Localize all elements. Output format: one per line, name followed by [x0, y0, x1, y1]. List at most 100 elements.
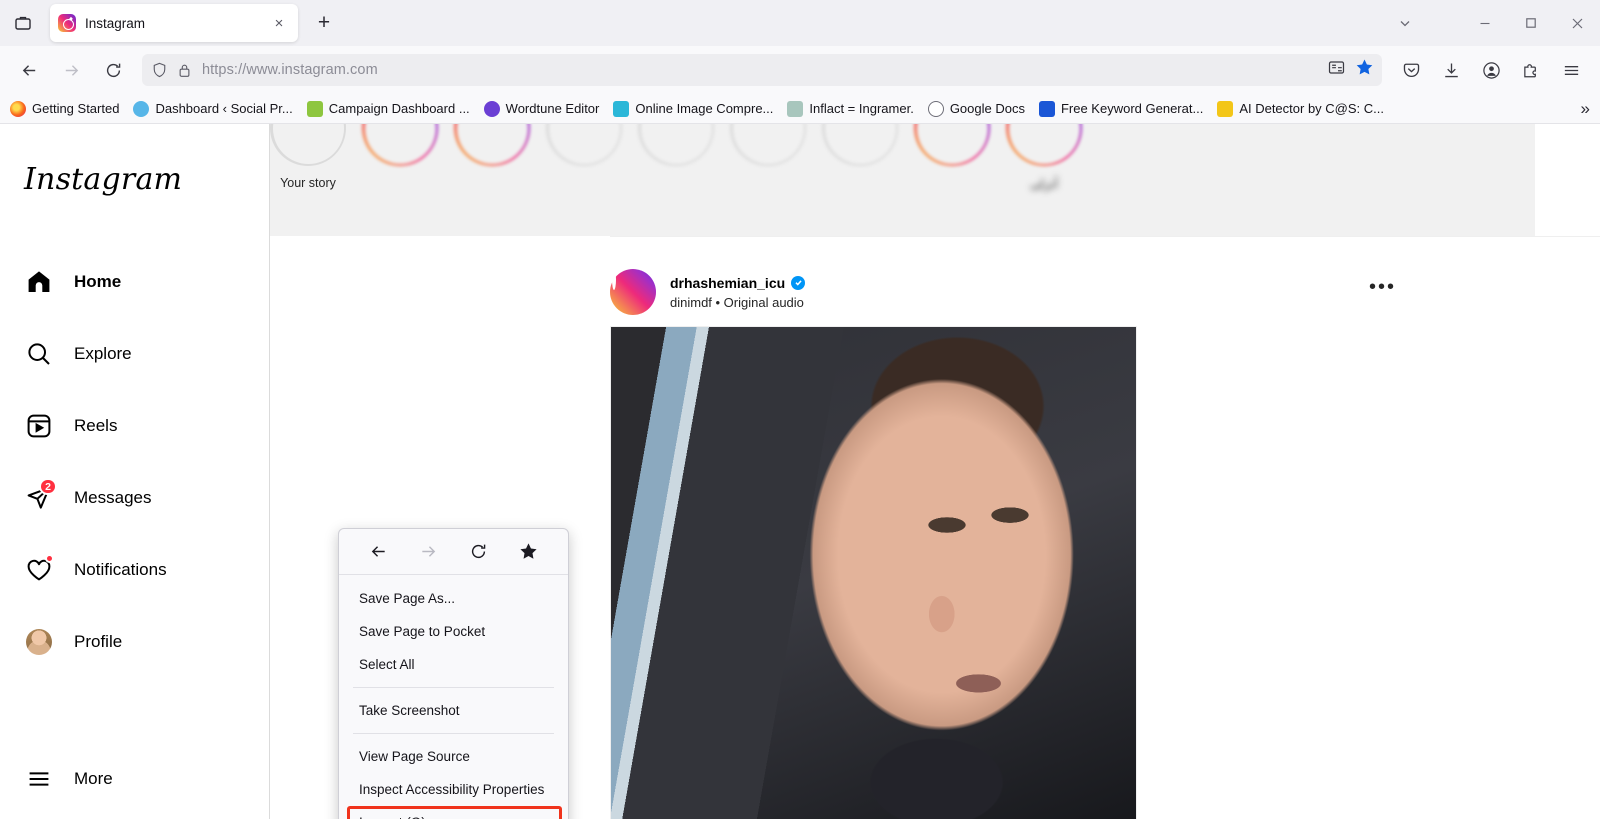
site-icon	[1217, 100, 1234, 117]
story-item[interactable]	[538, 124, 630, 176]
back-arrow-icon[interactable]	[361, 537, 395, 567]
story-item[interactable]	[354, 124, 446, 176]
bookmark-item[interactable]: Inflact = Ingramer.	[787, 100, 914, 117]
story-item[interactable]	[446, 124, 538, 176]
sidebar-item-more[interactable]: More	[22, 747, 113, 811]
story-ring	[454, 124, 530, 166]
navigation-toolbar: https://www.instagram.com	[0, 46, 1600, 94]
post-avatar-ring[interactable]	[610, 269, 656, 315]
feed-divider	[610, 236, 1600, 237]
story-item[interactable]	[630, 124, 722, 176]
reader-view-icon[interactable]	[1328, 59, 1345, 81]
menu-item-inspect[interactable]: Inspect (Q)	[339, 806, 568, 819]
bookmark-label: Campaign Dashboard ...	[328, 101, 470, 116]
menu-item-take-screenshot[interactable]: Take Screenshot	[339, 694, 568, 727]
menu-item-save-page-as[interactable]: Save Page As...	[339, 582, 568, 615]
menu-separator	[353, 733, 554, 734]
browser-window: Instagram × + https://www.instagram.com …	[0, 0, 1600, 819]
story-item[interactable]: آنزلی	[998, 124, 1090, 191]
maximize-button[interactable]	[1508, 0, 1554, 46]
new-tab-button[interactable]: +	[308, 7, 340, 39]
bookmark-item[interactable]: Free Keyword Generat...	[1038, 100, 1203, 117]
home-icon	[22, 265, 56, 299]
padlock-icon[interactable]	[178, 63, 191, 78]
post-username[interactable]: drhashemian_icu	[670, 275, 785, 291]
sidebar-item-explore[interactable]: Explore	[0, 318, 270, 390]
urlbar-actions	[1328, 58, 1374, 82]
site-icon	[483, 100, 500, 117]
avatar	[612, 269, 616, 290]
post-meta: drhashemian_icu dinimdf • Original audio	[670, 275, 806, 310]
post-options-icon[interactable]: •••	[1369, 277, 1396, 297]
bookmark-star-icon[interactable]	[512, 537, 546, 567]
pocket-icon[interactable]	[1394, 53, 1428, 87]
bookmark-item[interactable]: Wordtune Editor	[483, 100, 599, 117]
story-ring	[638, 124, 714, 166]
bookmark-item[interactable]: Getting Started	[10, 100, 119, 117]
reels-icon	[22, 409, 56, 443]
menu-item-inspect-accessibility-properties[interactable]: Inspect Accessibility Properties	[339, 773, 568, 806]
page-viewport: Instagram Home Explore Reels 2 Messages …	[0, 124, 1600, 819]
story-item[interactable]: Your story	[270, 124, 354, 190]
story-ring	[546, 124, 622, 166]
minimize-button[interactable]	[1462, 0, 1508, 46]
story-label: آنزلی	[1029, 177, 1059, 191]
reload-icon[interactable]	[96, 53, 130, 87]
menu-item-select-all[interactable]: Select All	[339, 648, 568, 681]
close-window-button[interactable]	[1554, 0, 1600, 46]
story-item[interactable]	[814, 124, 906, 176]
story-item[interactable]	[906, 124, 998, 176]
bookmark-item[interactable]: Dashboard ‹ Social Pr...	[133, 100, 293, 117]
back-arrow-icon[interactable]	[12, 53, 46, 87]
bookmark-item[interactable]: Google Docs	[927, 100, 1025, 117]
url-text: https://www.instagram.com	[202, 62, 378, 78]
post-audio-label[interactable]: dinimdf • Original audio	[670, 295, 805, 310]
story-label: Your story	[280, 176, 336, 190]
instagram-logo[interactable]: Instagram	[24, 162, 182, 197]
instagram-favicon-icon	[58, 14, 76, 32]
site-icon	[613, 100, 630, 117]
tab-title: Instagram	[85, 15, 146, 31]
bookmark-item[interactable]: AI Detector by C@S: C...	[1217, 100, 1384, 117]
reload-icon[interactable]	[462, 537, 496, 567]
close-tab-icon[interactable]: ×	[268, 12, 290, 34]
sidebar-label: Explore	[74, 344, 132, 363]
app-menu-icon[interactable]	[1554, 53, 1588, 87]
avatar	[26, 629, 52, 655]
forward-arrow-icon	[54, 53, 88, 87]
story-ring	[730, 124, 806, 166]
feed-post: drhashemian_icu dinimdf • Original audio…	[610, 264, 1394, 819]
context-menu-toolbar	[339, 529, 568, 575]
globe-icon	[927, 100, 944, 117]
account-icon[interactable]	[1474, 53, 1508, 87]
sidebar-item-notifications[interactable]: Notifications	[0, 534, 270, 606]
stories-tray[interactable]: Your story آنزلی	[270, 124, 1535, 236]
menu-label: Take Screenshot	[359, 703, 460, 718]
post-user[interactable]: drhashemian_icu	[670, 275, 806, 291]
sidebar-item-messages[interactable]: 2 Messages	[0, 462, 270, 534]
sidebar-label: Profile	[74, 632, 123, 651]
story-item[interactable]	[722, 124, 814, 176]
sidebar-item-profile[interactable]: Profile	[0, 606, 270, 678]
sidebar-item-home[interactable]: Home	[0, 246, 270, 318]
explore-search-icon	[22, 337, 56, 371]
sidebar-item-reels[interactable]: Reels	[0, 390, 270, 462]
bookmark-star-icon[interactable]	[1355, 58, 1374, 82]
post-media-image[interactable]	[610, 326, 1137, 819]
list-all-tabs-icon[interactable]	[1382, 0, 1428, 46]
sidebar-nav-list: Home Explore Reels 2 Messages Notificati…	[0, 246, 270, 678]
browser-tab[interactable]: Instagram ×	[50, 4, 298, 42]
bookmark-item[interactable]: Online Image Compre...	[613, 100, 773, 117]
bookmark-label: Inflact = Ingramer.	[809, 101, 914, 116]
bookmarks-overflow-icon[interactable]: »	[1581, 99, 1590, 119]
downloads-icon[interactable]	[1434, 53, 1468, 87]
firefox-view-icon[interactable]	[0, 0, 46, 46]
menu-item-save-page-to-pocket[interactable]: Save Page to Pocket	[339, 615, 568, 648]
tab-bar: Instagram × +	[0, 0, 1600, 46]
extensions-icon[interactable]	[1514, 53, 1548, 87]
hamburger-icon	[22, 762, 56, 796]
menu-item-view-page-source[interactable]: View Page Source	[339, 740, 568, 773]
url-bar[interactable]: https://www.instagram.com	[142, 54, 1382, 86]
tracking-protection-shield-icon[interactable]	[152, 62, 167, 78]
bookmark-item[interactable]: Campaign Dashboard ...	[306, 100, 470, 117]
